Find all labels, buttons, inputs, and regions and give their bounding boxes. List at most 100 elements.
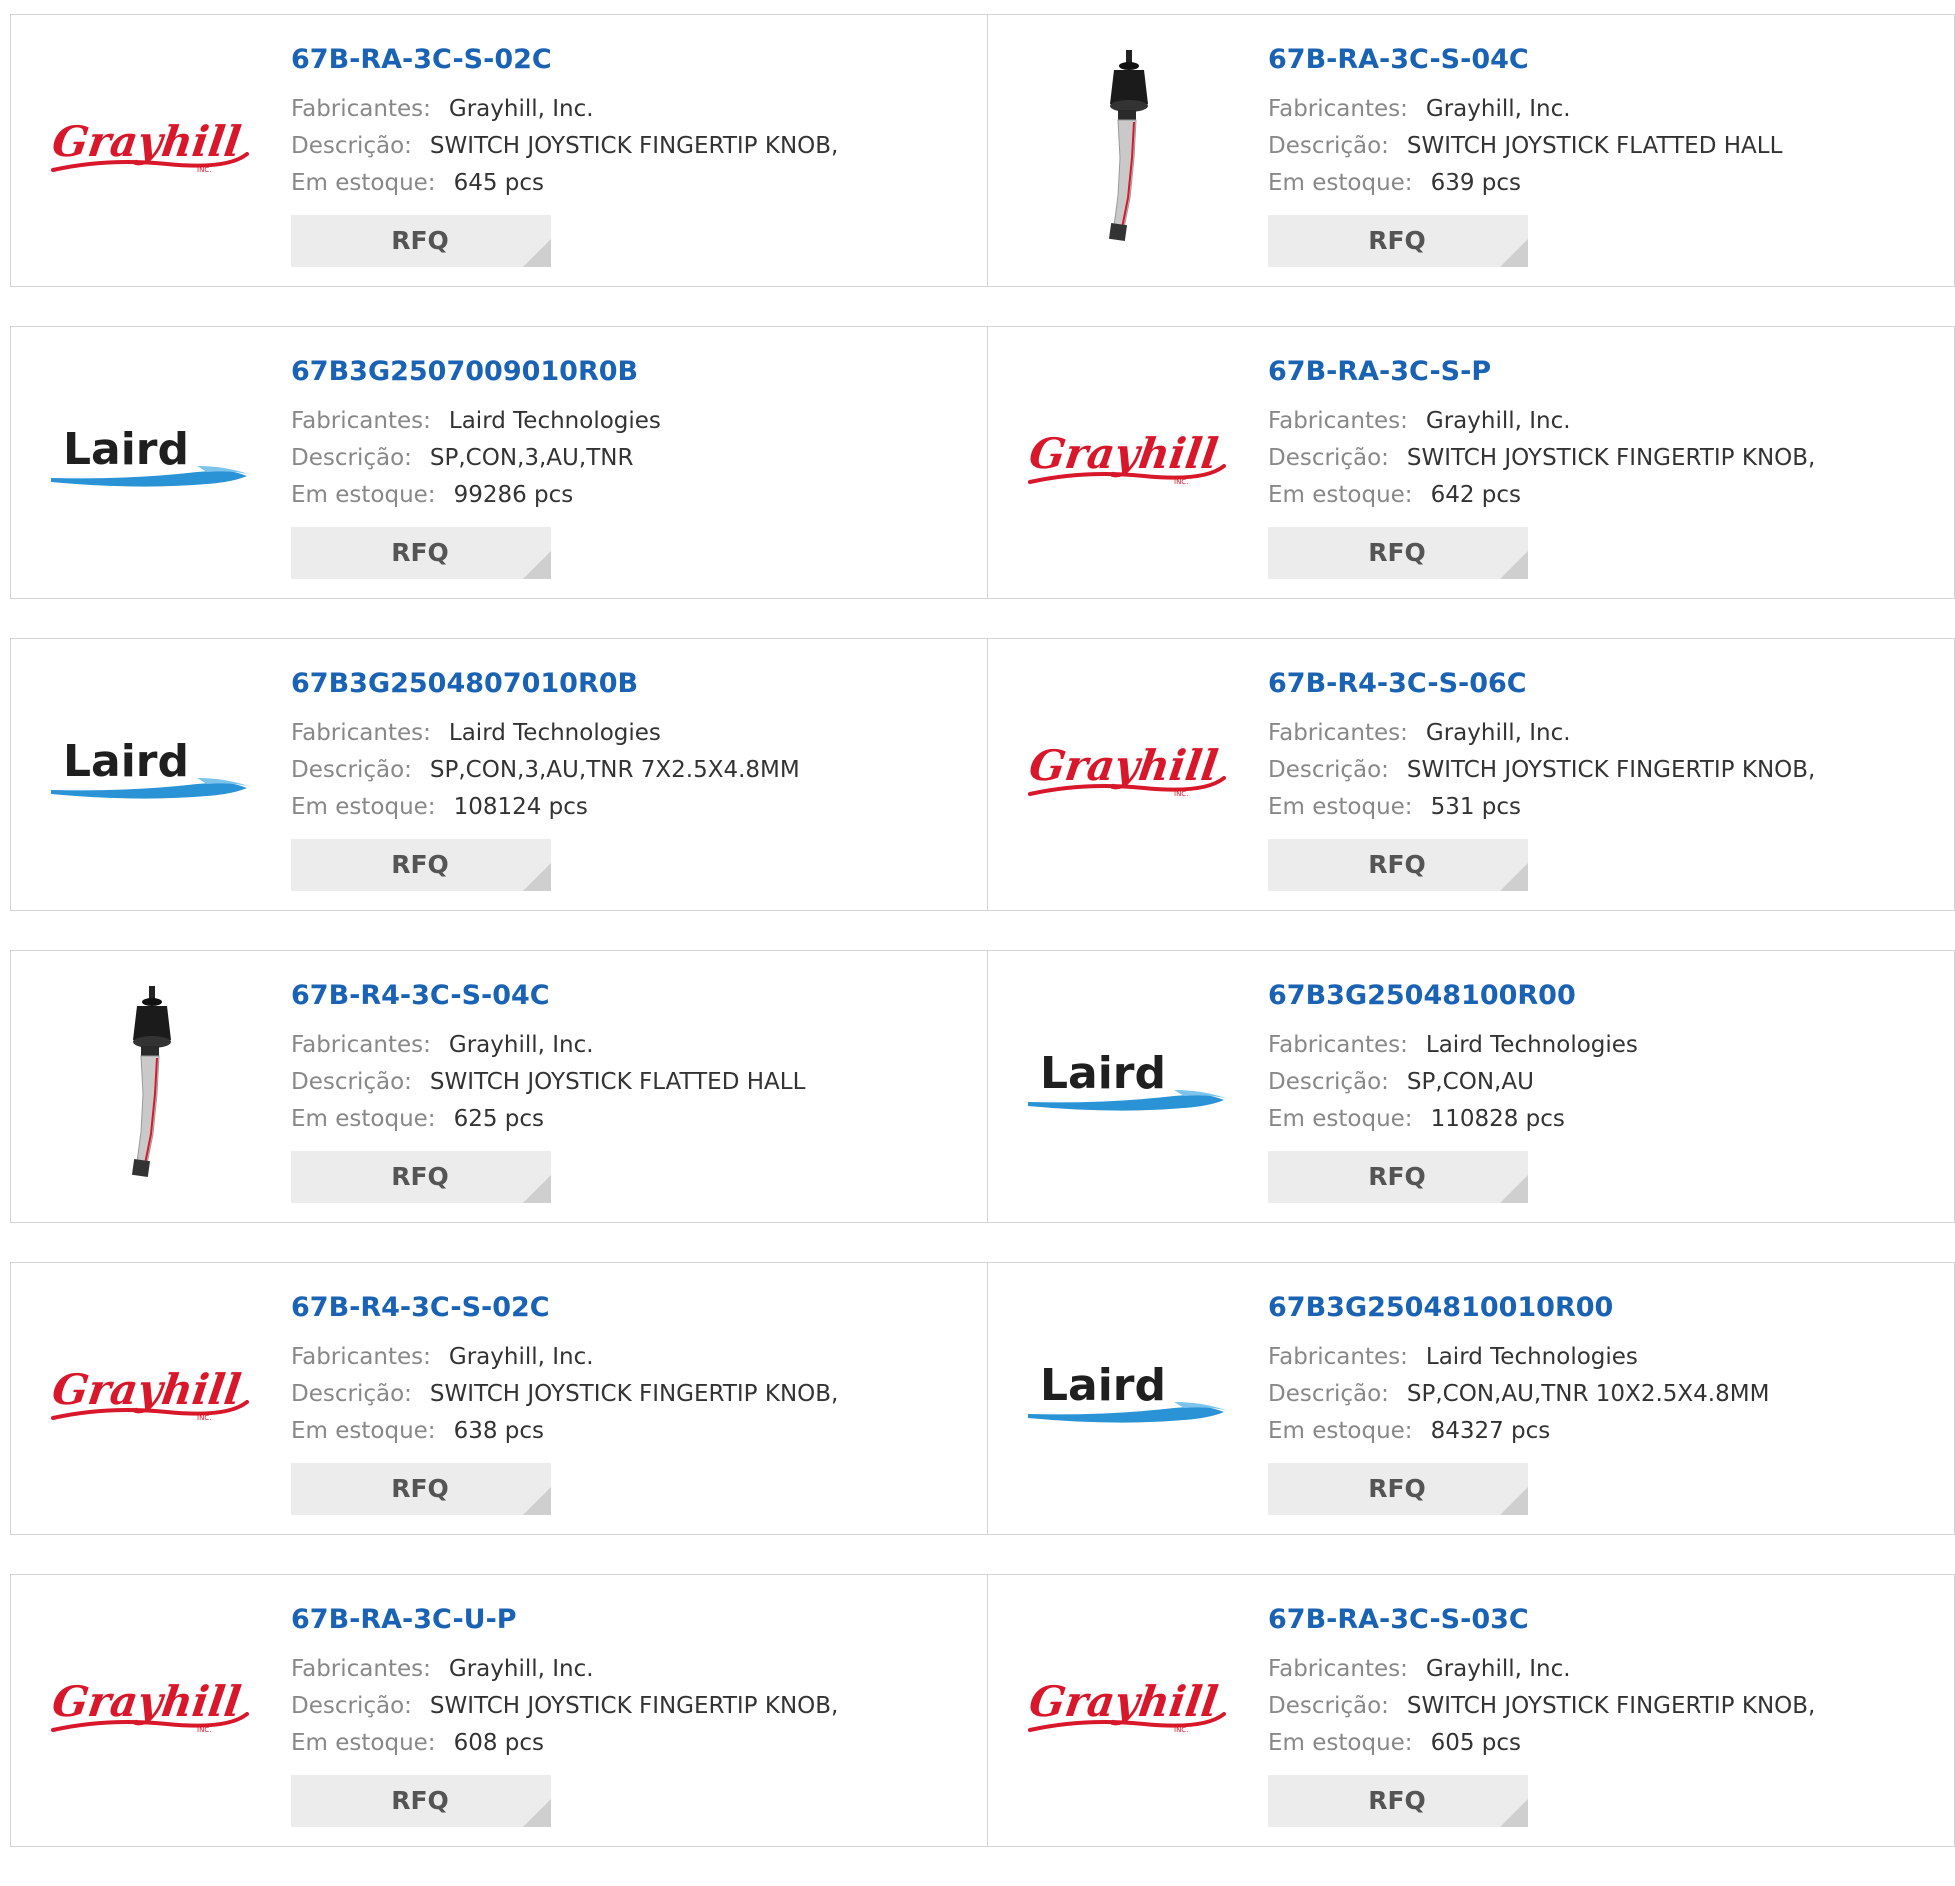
description-label: Descrição: [291,1693,412,1719]
manufacturer-label: Fabricantes: [291,1344,431,1370]
stock-row: Em estoque: 625 pcs [291,1101,805,1138]
manufacturer-row: Fabricantes: Grayhill, Inc. [291,91,838,128]
product-image[interactable]: Grayhill INC. [1024,679,1234,869]
svg-text:INC.: INC. [1174,1726,1188,1734]
product-image[interactable]: Grayhill INC. [47,1615,257,1805]
stock-value: 608 pcs [453,1730,545,1756]
corner-triangle-icon [523,551,551,579]
stock-row: Em estoque: 108124 pcs [291,789,800,826]
stock-value: 605 pcs [1430,1730,1522,1756]
description-value: SWITCH JOYSTICK FINGERTIP KNOB, [429,133,839,159]
product-image[interactable] [47,986,257,1181]
manufacturer-row: Fabricantes: Grayhill, Inc. [291,1027,805,1064]
stock-label: Em estoque: [1268,794,1413,820]
rfq-button[interactable]: RFQ [291,215,551,267]
product-info: 67B3G2507009010R0B Fabricantes: Laird Tec… [291,355,661,514]
rfq-button[interactable]: RFQ [1268,839,1528,891]
description-value: SWITCH JOYSTICK FINGERTIP KNOB, [1406,757,1816,783]
manufacturer-value: Laird Technologies [448,720,661,746]
part-number-link[interactable]: 67B-RA-3C-S-03C [1268,1603,1815,1637]
rfq-label: RFQ [391,538,449,567]
product-card: 67B-RA-3C-S-04C Fabricantes: Grayhill, In… [988,14,1955,287]
manufacturer-label: Fabricantes: [291,720,431,746]
part-number-link[interactable]: 67B-R4-3C-S-02C [291,1291,838,1325]
product-row: Grayhill INC. 67B-RA-3C-S-02C Fabricantes… [10,14,1955,287]
product-row: 67B-R4-3C-S-04C Fabricantes: Grayhill, In… [10,950,1955,1223]
svg-text:Grayhill: Grayhill [1026,428,1221,478]
part-number-link[interactable]: 67B3G2507009010R0B [291,355,661,389]
manufacturer-label: Fabricantes: [1268,408,1408,434]
svg-text:INC.: INC. [197,166,211,174]
product-grid: Grayhill INC. 67B-RA-3C-S-02C Fabricantes… [10,14,1955,1886]
part-number-link[interactable]: 67B-R4-3C-S-06C [1268,667,1815,701]
corner-triangle-icon [523,1175,551,1203]
product-image[interactable]: Grayhill INC. [1024,367,1234,557]
svg-text:Laird: Laird [63,736,189,787]
product-card: Grayhill INC. 67B-RA-3C-S-02C Fabricantes… [10,14,988,287]
product-row: Grayhill INC. 67B-RA-3C-U-P Fabricantes: G… [10,1574,1955,1847]
stock-value: 638 pcs [453,1418,545,1444]
rfq-label: RFQ [391,850,449,879]
laird-logo: Laird [1024,1044,1234,1128]
grayhill-logo: Grayhill INC. [1024,1670,1234,1750]
product-image[interactable]: Laird [47,679,257,869]
svg-text:Grayhill: Grayhill [1026,1676,1221,1726]
stock-value: 99286 pcs [453,482,574,508]
product-card: 67B-R4-3C-S-04C Fabricantes: Grayhill, In… [10,950,988,1223]
manufacturer-label: Fabricantes: [291,96,431,122]
stock-row: Em estoque: 605 pcs [1268,1725,1815,1762]
rfq-button[interactable]: RFQ [291,1775,551,1827]
product-card: Grayhill INC. 67B-R4-3C-S-02C Fabricantes… [10,1262,988,1535]
product-image[interactable] [1024,50,1234,245]
part-number-link[interactable]: 67B3G25048100R00 [1268,979,1638,1013]
corner-triangle-icon [1500,239,1528,267]
description-value: SWITCH JOYSTICK FLATTED HALL [429,1069,806,1095]
product-image[interactable]: Laird [47,367,257,557]
rfq-button[interactable]: RFQ [1268,1775,1528,1827]
product-info: 67B3G2504810010R00 Fabricantes: Laird Tec… [1268,1291,1769,1450]
rfq-button[interactable]: RFQ [291,839,551,891]
product-image[interactable]: Grayhill INC. [47,55,257,245]
stock-value: 639 pcs [1430,170,1522,196]
part-number-link[interactable]: 67B3G2504807010R0B [291,667,800,701]
manufacturer-value: Grayhill, Inc. [1425,720,1571,746]
description-value: SP,CON,3,AU,TNR [429,445,634,471]
rfq-button[interactable]: RFQ [1268,1463,1528,1515]
product-image[interactable]: Grayhill INC. [47,1303,257,1493]
manufacturer-value: Grayhill, Inc. [1425,1656,1571,1682]
manufacturer-row: Fabricantes: Laird Technologies [1268,1339,1769,1376]
product-image[interactable]: Laird [1024,1303,1234,1493]
product-image[interactable]: Grayhill INC. [1024,1615,1234,1805]
rfq-button[interactable]: RFQ [1268,527,1528,579]
rfq-button[interactable]: RFQ [1268,1151,1528,1203]
rfq-button[interactable]: RFQ [291,1463,551,1515]
product-info: 67B-R4-3C-S-04C Fabricantes: Grayhill, In… [291,979,805,1138]
part-number-link[interactable]: 67B-RA-3C-S-02C [291,43,838,77]
rfq-button[interactable]: RFQ [1268,215,1528,267]
description-row: Descrição: SWITCH JOYSTICK FINGERTIP KNOB… [291,1688,838,1725]
description-value: SWITCH JOYSTICK FINGERTIP KNOB, [429,1693,839,1719]
part-number-link[interactable]: 67B3G2504810010R00 [1268,1291,1769,1325]
stock-label: Em estoque: [291,170,436,196]
rfq-label: RFQ [1368,1474,1426,1503]
description-row: Descrição: SP,CON,AU,TNR 10X2.5X4.8MM [1268,1376,1769,1413]
stock-row: Em estoque: 642 pcs [1268,477,1815,514]
stock-label: Em estoque: [1268,170,1413,196]
svg-text:Grayhill: Grayhill [1026,740,1221,790]
part-number-link[interactable]: 67B-RA-3C-S-P [1268,355,1815,389]
corner-triangle-icon [523,1799,551,1827]
rfq-button[interactable]: RFQ [291,527,551,579]
manufacturer-label: Fabricantes: [1268,1344,1408,1370]
product-image[interactable]: Laird [1024,991,1234,1181]
grayhill-logo: Grayhill INC. [47,110,257,190]
part-number-link[interactable]: 67B-RA-3C-U-P [291,1603,838,1637]
svg-text:INC.: INC. [197,1414,211,1422]
stock-value: 531 pcs [1430,794,1522,820]
manufacturer-label: Fabricantes: [1268,1656,1408,1682]
description-value: SP,CON,AU,TNR 10X2.5X4.8MM [1406,1381,1770,1407]
part-number-link[interactable]: 67B-R4-3C-S-04C [291,979,805,1013]
rfq-button[interactable]: RFQ [291,1151,551,1203]
part-number-link[interactable]: 67B-RA-3C-S-04C [1268,43,1782,77]
manufacturer-label: Fabricantes: [291,1032,431,1058]
description-row: Descrição: SWITCH JOYSTICK FINGERTIP KNOB… [291,1376,838,1413]
